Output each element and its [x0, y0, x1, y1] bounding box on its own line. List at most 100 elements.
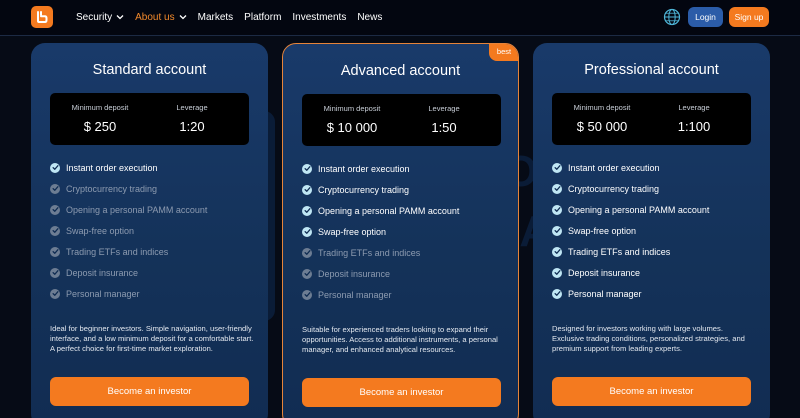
chevron-down-icon — [116, 12, 124, 23]
feature-label: Swap-free option — [568, 225, 637, 236]
feature-label: Opening a personal PAMM account — [568, 204, 710, 215]
feature-item: Opening a personal PAMM account — [50, 199, 207, 220]
feature-label: Cryptocurrency trading — [318, 184, 410, 195]
min-deposit-label: Minimum deposit — [573, 103, 631, 112]
feature-item: Instant order execution — [552, 157, 709, 178]
login-button[interactable]: Login — [688, 7, 723, 27]
become-investor-button[interactable]: Become an investor — [50, 377, 249, 406]
check-circle-icon — [552, 183, 562, 194]
feature-item: Cryptocurrency trading — [50, 178, 207, 199]
check-circle-icon — [302, 247, 312, 258]
leverage-label: Leverage — [678, 103, 710, 112]
feature-label: Opening a personal PAMM account — [66, 204, 208, 215]
check-circle-icon — [552, 246, 562, 257]
nav-link-label: About us — [135, 11, 175, 23]
deposit-box: Minimum deposit $ 250 Leverage 1:20 — [50, 93, 249, 145]
check-circle-icon — [50, 246, 60, 257]
feature-label: Swap-free option — [66, 225, 135, 236]
feature-item: Opening a personal PAMM account — [552, 199, 709, 220]
top-nav: Security About us Markets Platform Inves… — [0, 0, 800, 36]
min-deposit-value: $ 50 000 — [576, 119, 628, 134]
nav-link-about-us[interactable]: About us — [135, 11, 187, 23]
become-investor-button[interactable]: Become an investor — [302, 378, 501, 407]
nav-link-investments[interactable]: Investments — [292, 12, 346, 23]
feature-item: Instant order execution — [50, 157, 207, 178]
check-circle-icon — [552, 288, 562, 299]
chevron-down-icon — [179, 12, 187, 23]
feature-item: Trading ETFs and indices — [552, 241, 709, 262]
card-description: Ideal for beginner investors. Simple nav… — [50, 324, 254, 353]
feature-item: Personal manager — [50, 283, 207, 304]
leverage-value: 1:100 — [677, 119, 711, 134]
feature-label: Cryptocurrency trading — [568, 183, 660, 194]
globe-icon[interactable] — [663, 8, 681, 26]
min-deposit-label: Minimum deposit — [323, 104, 381, 113]
feature-label: Personal manager — [568, 288, 642, 299]
deposit-box: Minimum deposit $ 50 000 Leverage 1:100 — [552, 93, 751, 145]
check-circle-icon — [50, 162, 60, 173]
feature-item: Swap-free option — [302, 221, 459, 242]
nav-link-label: Security — [76, 11, 113, 23]
check-circle-icon — [50, 267, 60, 278]
nav-link-label: Platform — [244, 11, 282, 23]
nav-link-label: Markets — [197, 11, 234, 23]
feature-label: Trading ETFs and indices — [66, 246, 169, 257]
card-title: Professional account — [584, 62, 719, 78]
check-circle-icon — [302, 226, 312, 237]
check-circle-icon — [552, 225, 562, 236]
nav-link-label: Investments — [292, 11, 347, 23]
feature-item: Personal manager — [552, 283, 709, 304]
card-title: Advanced account — [340, 63, 461, 79]
deposit-box: Minimum deposit $ 10 000 Leverage 1:50 — [302, 94, 501, 146]
feature-list: Instant order execution Cryptocurrency tr… — [50, 157, 207, 304]
min-deposit: Minimum deposit $ 50 000 — [552, 93, 652, 145]
leverage: Leverage 1:50 — [394, 94, 494, 146]
check-circle-icon — [552, 267, 562, 278]
min-deposit-value: $ 250 — [83, 119, 117, 134]
account-card-advanced: best Advanced account Minimum deposit $ … — [282, 43, 519, 418]
feature-item: Trading ETFs and indices — [302, 242, 459, 263]
feature-label: Personal manager — [66, 288, 140, 299]
feature-list: Instant order execution Cryptocurrency tr… — [552, 157, 709, 304]
check-circle-icon — [50, 183, 60, 194]
nav-link-news[interactable]: News — [357, 12, 382, 23]
feature-label: Instant order execution — [568, 162, 660, 173]
account-card-professional: Professional account Minimum deposit $ 5… — [533, 43, 770, 418]
feature-item: Swap-free option — [50, 220, 207, 241]
feature-item: Opening a personal PAMM account — [302, 200, 459, 221]
brand-logo-icon[interactable] — [31, 6, 53, 28]
feature-label: Deposit insurance — [568, 267, 641, 278]
leverage-value: 1:20 — [179, 119, 205, 134]
feature-item: Deposit insurance — [552, 262, 709, 283]
feature-label: Deposit insurance — [318, 268, 391, 279]
best-badge: best — [489, 44, 518, 61]
min-deposit: Minimum deposit $ 250 — [50, 93, 150, 145]
feature-label: Instant order execution — [66, 162, 158, 173]
min-deposit-label: Minimum deposit — [71, 103, 129, 112]
feature-item: Cryptocurrency trading — [302, 179, 459, 200]
check-circle-icon — [552, 204, 562, 215]
card-description: Suitable for experienced traders looking… — [302, 325, 498, 354]
feature-item: Personal manager — [302, 284, 459, 305]
feature-label: Trading ETFs and indices — [318, 247, 421, 258]
leverage-value: 1:50 — [431, 120, 457, 135]
feature-item: Deposit insurance — [302, 263, 459, 284]
check-circle-icon — [50, 288, 60, 299]
check-circle-icon — [302, 163, 312, 174]
min-deposit-value: $ 10 000 — [326, 120, 378, 135]
feature-label: Swap-free option — [318, 226, 387, 237]
feature-label: Personal manager — [318, 289, 392, 300]
feature-item: Trading ETFs and indices — [50, 241, 207, 262]
feature-item: Deposit insurance — [50, 262, 207, 283]
feature-item: Cryptocurrency trading — [552, 178, 709, 199]
nav-link-markets[interactable]: Markets — [198, 12, 234, 23]
nav-link-security[interactable]: Security — [76, 12, 124, 23]
signup-button[interactable]: Sign up — [729, 7, 769, 27]
nav-link-platform[interactable]: Platform — [244, 12, 281, 23]
feature-label: Trading ETFs and indices — [568, 246, 671, 257]
become-investor-button[interactable]: Become an investor — [552, 377, 751, 406]
feature-item: Swap-free option — [552, 220, 709, 241]
leverage-label: Leverage — [428, 104, 460, 113]
feature-label: Cryptocurrency trading — [66, 183, 158, 194]
account-card-standard: Standard account Minimum deposit $ 250 L… — [31, 43, 268, 418]
